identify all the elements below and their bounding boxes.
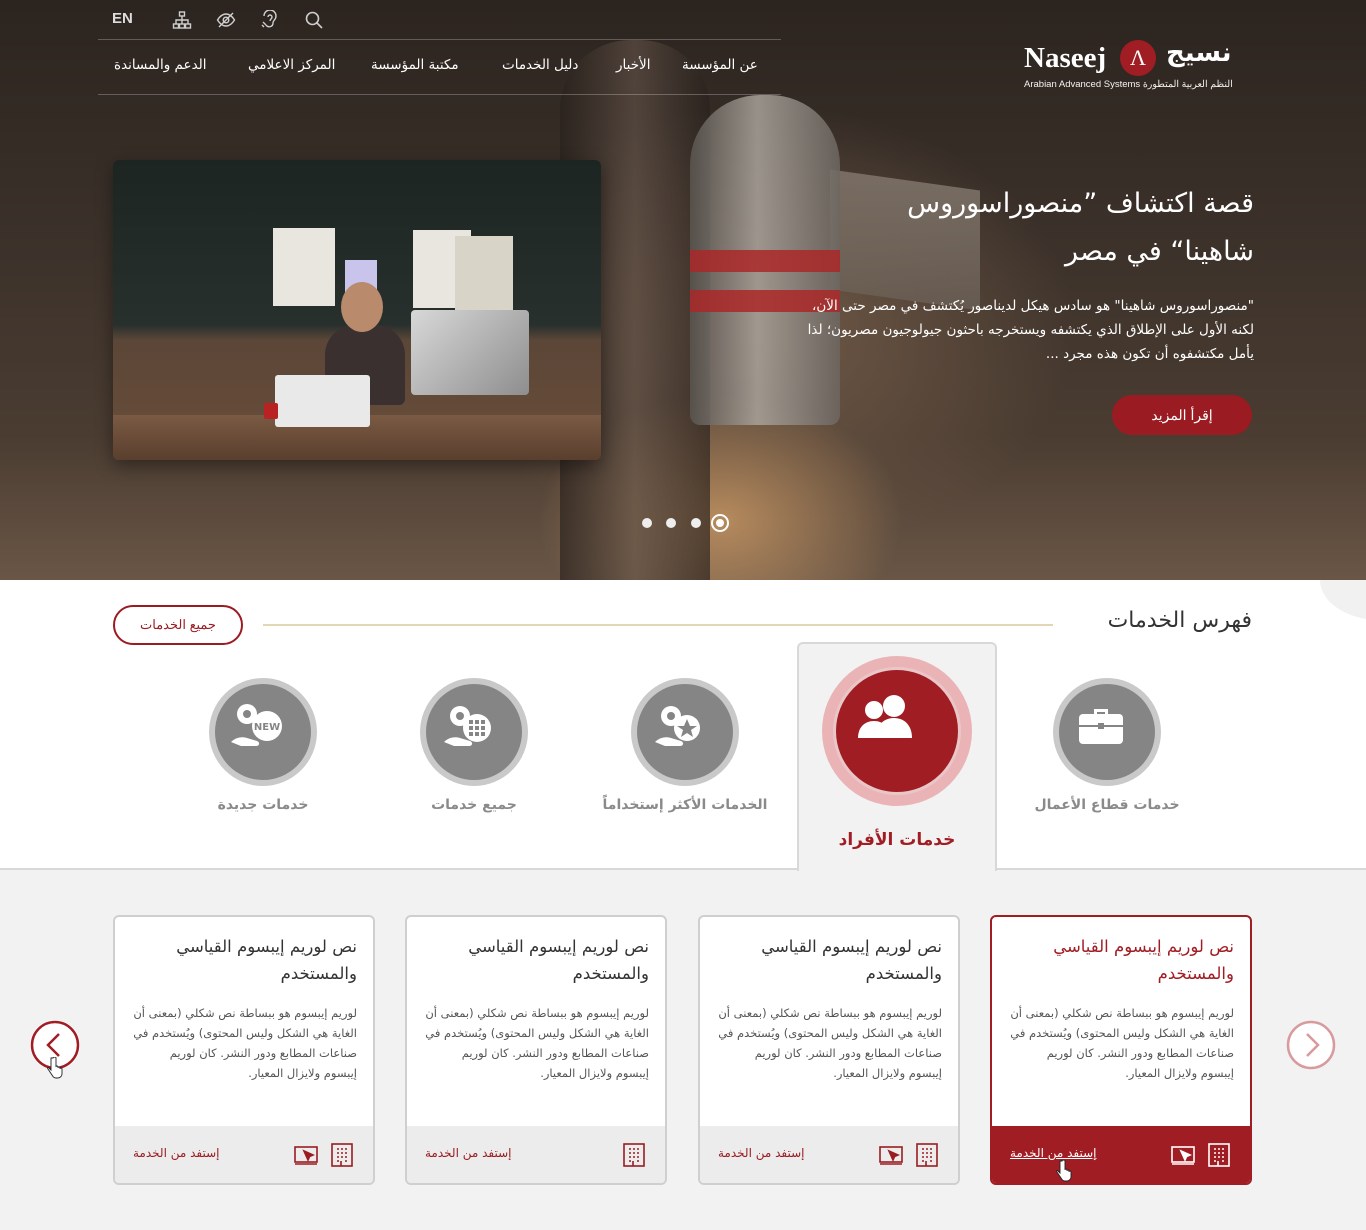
utility-bar: EN	[98, 0, 781, 40]
accessibility-icon[interactable]	[260, 10, 280, 30]
nav-item-news[interactable]: الأخبار	[616, 57, 651, 73]
mouse-pointer-icon	[1056, 1160, 1072, 1182]
nav-item-about[interactable]: عن المؤسسة	[682, 57, 758, 73]
read-more-button[interactable]: إقرأ المزيد	[1112, 395, 1252, 435]
slider-dot[interactable]	[666, 518, 676, 528]
category-ring: NEW	[209, 678, 317, 786]
service-card: نص لوريم إيبسوم القياسي والمستخدم لوريم …	[990, 915, 1252, 1185]
service-card-title: نص لوريم إيبسوم القياسي والمستخدم	[468, 937, 649, 983]
category-ring	[1053, 678, 1161, 786]
category-label: الخدمات الأكثر إستخداماً	[602, 797, 768, 813]
logo-latin: Naseej	[1024, 42, 1107, 74]
eye-icon[interactable]	[216, 10, 236, 30]
active-tab-gap	[799, 868, 995, 870]
category-ring	[822, 656, 972, 806]
service-card-footer: إستفد من الخدمة	[992, 1126, 1250, 1183]
service-card-body: لوريم إيبسوم هو ببساطة نص شكلي (بمعنى أن…	[718, 1006, 942, 1080]
nav-item-media-center[interactable]: المركز الاعلامي	[248, 57, 335, 73]
carousel-next-button[interactable]	[1286, 1020, 1336, 1070]
service-card-body: لوريم إيبسوم هو ببساطة نص شكلي (بمعنى أن…	[425, 1006, 649, 1080]
hero-title: قصة اكتشاف ”منصوراسوروس شاهينا“ في مصر	[907, 188, 1254, 267]
search-icon[interactable]	[304, 10, 324, 30]
people-icon	[858, 695, 912, 738]
sitemap-icon[interactable]	[172, 10, 192, 30]
briefcase-icon	[1079, 709, 1123, 744]
screen-click-icon[interactable]	[878, 1142, 904, 1168]
service-card-body: لوريم إيبسوم هو ببساطة نص شكلي (بمعنى أن…	[1010, 1006, 1234, 1080]
mouse-pointer-icon	[47, 1057, 63, 1079]
category-label: خدمات جديدة	[217, 797, 309, 813]
building-icon[interactable]	[1206, 1142, 1232, 1168]
tabs-baseline	[0, 868, 1366, 870]
title-divider	[263, 624, 1053, 626]
use-service-link[interactable]: إستفد من الخدمة	[718, 1146, 804, 1160]
use-service-link[interactable]: إستفد من الخدمة	[133, 1146, 219, 1160]
monitor	[411, 310, 529, 395]
category-label: جميع خدمات	[431, 797, 517, 813]
screen-click-icon[interactable]	[1170, 1142, 1196, 1168]
services-index-title: فهرس الخدمات	[1107, 608, 1252, 633]
grid-gear-icon	[444, 706, 491, 746]
building-icon[interactable]	[329, 1142, 355, 1168]
building-icon[interactable]	[621, 1142, 647, 1168]
building-icon[interactable]	[914, 1142, 940, 1168]
slider-dot-active[interactable]	[711, 514, 729, 532]
hero-photo	[113, 160, 601, 460]
service-card-body: لوريم إيبسوم هو ببساطة نص شكلي (بمعنى أن…	[133, 1006, 357, 1080]
service-card-title: نص لوريم إيبسوم القياسي والمستخدم	[176, 937, 357, 983]
service-card: نص لوريم إيبسوم القياسي والمستخدم لوريم …	[113, 915, 375, 1185]
slider-dots	[640, 514, 740, 532]
nav-item-support[interactable]: الدعم والمساندة	[114, 57, 207, 73]
service-card: نص لوريم إيبسوم القياسي والمستخدم لوريم …	[405, 915, 667, 1185]
logo-badge-icon: Λ	[1120, 40, 1156, 76]
new-gear-icon: NEW	[231, 704, 282, 746]
hero-slider: EN عن المؤسسة الأخبار دليل الخدمات مكتبة…	[0, 0, 1366, 580]
laptop	[275, 375, 370, 427]
rocket-stripe	[690, 250, 840, 272]
all-services-button[interactable]: جميع الخدمات	[113, 605, 243, 645]
category-label: خدمات قطاع الأعمال	[1034, 797, 1180, 813]
screen-click-icon[interactable]	[293, 1142, 319, 1168]
category-ring	[420, 678, 528, 786]
service-card-title: نص لوريم إيبسوم القياسي والمستخدم	[1053, 937, 1234, 983]
service-card: نص لوريم إيبسوم القياسي والمستخدم لوريم …	[698, 915, 960, 1185]
slider-dot[interactable]	[642, 518, 652, 528]
main-nav: عن المؤسسة الأخبار دليل الخدمات مكتبة ال…	[98, 40, 781, 95]
category-ring	[631, 678, 739, 786]
svg-text:NEW: NEW	[254, 722, 280, 733]
slider-dot[interactable]	[691, 518, 701, 528]
language-switch[interactable]: EN	[112, 10, 133, 27]
service-card-footer: إستفد من الخدمة	[115, 1126, 373, 1183]
mug	[264, 403, 278, 419]
logo-arabic: نسيج	[1166, 38, 1232, 68]
use-service-link[interactable]: إستفد من الخدمة	[1010, 1146, 1096, 1160]
site-logo[interactable]: Naseej Λ نسيج Arabian Advanced Systems ا…	[1020, 38, 1256, 94]
use-service-link[interactable]: إستفد من الخدمة	[425, 1146, 511, 1160]
services-index: فهرس الخدمات جميع الخدمات خدمات قطاع الأ…	[0, 580, 1366, 871]
wall-poster	[273, 228, 335, 306]
chevron-right-icon	[1286, 1020, 1336, 1070]
hero-text: "منصوراسوروس شاهينا" هو سادس هيكل لديناص…	[807, 298, 1254, 362]
wall-poster	[455, 236, 513, 318]
logo-tagline: Arabian Advanced Systems النظم العربية ا…	[1024, 79, 1233, 90]
nav-item-library[interactable]: مكتبة المؤسسة	[371, 57, 459, 73]
service-card-footer: إستفد من الخدمة	[407, 1126, 665, 1183]
service-card-footer: إستفد من الخدمة	[700, 1126, 958, 1183]
man-head	[341, 282, 383, 332]
star-gear-icon	[655, 706, 700, 746]
category-label: خدمات الأفراد	[838, 830, 956, 850]
service-card-title: نص لوريم إيبسوم القياسي والمستخدم	[761, 937, 942, 983]
nav-item-services-guide[interactable]: دليل الخدمات	[502, 57, 578, 73]
decorative-corner	[1320, 580, 1366, 620]
